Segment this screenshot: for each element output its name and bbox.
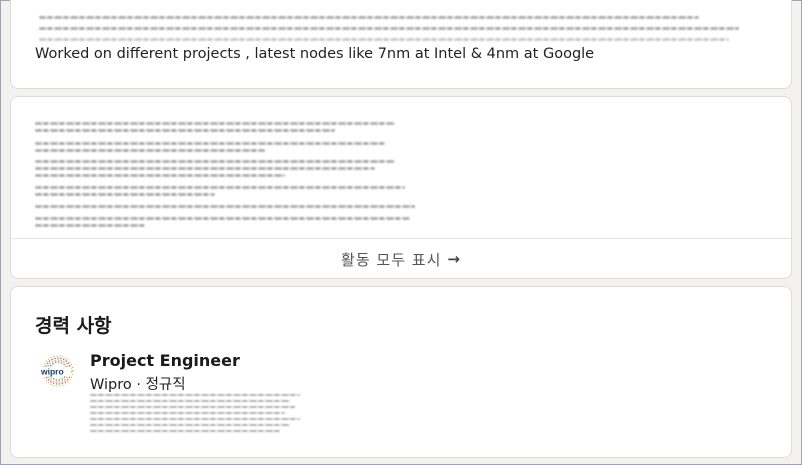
job-company: Wipro · 정규직 xyxy=(90,377,186,393)
blurred-post-line xyxy=(35,217,410,220)
blurred-post-line xyxy=(35,224,145,227)
blurred-post-line xyxy=(35,174,285,177)
blurred-description-line xyxy=(90,394,300,396)
blurred-description-line xyxy=(90,400,290,402)
experience-card: 경력 사항 wipro Project Engineer Wipro · 정규직 xyxy=(10,286,792,458)
blurred-post-line xyxy=(35,160,395,163)
logo-text: wipro xyxy=(40,367,64,377)
activity-card: 활동 모두 표시 → xyxy=(10,96,792,279)
blurred-text-line xyxy=(39,27,739,30)
show-all-activity-button[interactable]: 활동 모두 표시 → xyxy=(11,239,791,278)
blurred-text-line xyxy=(39,38,729,41)
wipro-logo-icon: wipro xyxy=(40,355,74,387)
blurred-post-line xyxy=(35,149,265,152)
blurred-description-line xyxy=(90,418,300,420)
blurred-description-line xyxy=(90,406,295,408)
blurred-description-line xyxy=(90,424,290,426)
blurred-post-line xyxy=(35,193,215,196)
about-card: Worked on different projects , latest no… xyxy=(10,0,792,89)
job-title[interactable]: Project Engineer xyxy=(90,351,240,370)
section-title: 경력 사항 xyxy=(35,315,112,337)
blurred-text-line xyxy=(39,16,699,19)
blurred-post-line xyxy=(35,129,335,132)
blurred-post-line xyxy=(35,142,385,145)
blurred-description-line xyxy=(90,412,285,414)
company-logo[interactable]: wipro xyxy=(37,355,79,387)
blurred-post-line xyxy=(35,205,415,208)
blurred-description-line xyxy=(90,430,280,432)
arrow-right-icon: → xyxy=(447,250,461,268)
blurred-post-line xyxy=(35,122,395,125)
blurred-post-line xyxy=(35,186,405,189)
about-text: Worked on different projects , latest no… xyxy=(35,46,595,62)
blurred-post-line xyxy=(35,167,375,170)
show-all-activity-label: 활동 모두 표시 xyxy=(341,250,442,269)
